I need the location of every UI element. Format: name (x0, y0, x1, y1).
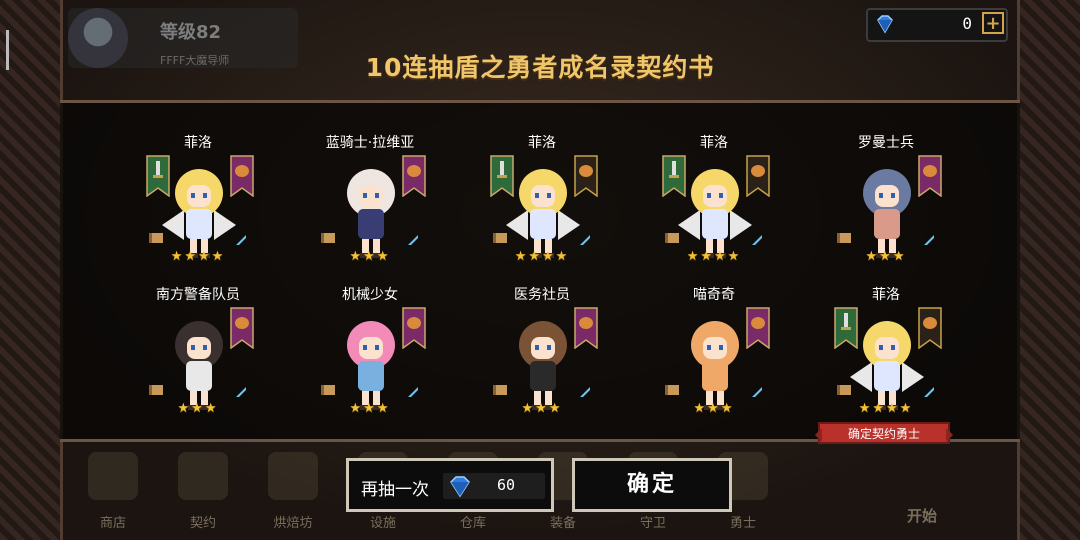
hero-name: 喵奇奇 (693, 287, 735, 303)
weapon-icon (580, 235, 590, 245)
scroll-icon (493, 385, 507, 395)
skill-banner-icon (574, 307, 598, 349)
skill-banner-icon (230, 155, 254, 197)
weapon-icon (924, 235, 934, 245)
weapon-icon (752, 235, 762, 245)
nav-label: 装备 (549, 516, 576, 531)
weapon-icon (236, 235, 246, 245)
scroll-icon (665, 385, 679, 395)
draw-again-cost: 60 (497, 476, 516, 494)
nav-item[interactable]: 烘焙坊 (258, 452, 328, 538)
hero-card[interactable]: 医务社员 ★★★ (456, 281, 628, 433)
hero-name: 菲洛 (700, 135, 728, 151)
scroll-icon (837, 233, 851, 243)
scroll-icon (149, 385, 163, 395)
hero-card[interactable]: 菲洛 ★★★★ (800, 281, 972, 433)
nav-label: 契约 (189, 516, 216, 531)
confirm-button[interactable]: 确定 (572, 458, 732, 512)
hero-name: 菲洛 (528, 135, 556, 151)
hero-stars: ★★★★ (514, 249, 570, 264)
diamond-icon (877, 15, 893, 34)
add-gems-button[interactable]: + (982, 12, 1004, 34)
skill-banner-icon (746, 307, 770, 349)
hero-name: 蓝骑士·拉维亚 (325, 135, 415, 151)
nav-label: 商店 (99, 516, 126, 531)
hero-card[interactable]: 机械少女 ★★★ (284, 281, 456, 433)
scroll-icon (665, 233, 679, 243)
player-level: 等级82 (160, 22, 222, 43)
skill-banner-icon (574, 155, 598, 197)
nav-icon (88, 452, 138, 500)
weapon-icon (752, 387, 762, 397)
hero-card[interactable]: 菲洛 ★★★★ (456, 129, 628, 281)
hero-card[interactable]: 罗曼士兵 ★★★ (800, 129, 972, 281)
hero-stars: ★★★ (865, 249, 907, 264)
hero-stars: ★★★★ (858, 401, 914, 416)
attack-banner-icon (834, 307, 858, 349)
hero-stars: ★★★ (349, 249, 391, 264)
hero-name: 菲洛 (872, 287, 900, 303)
draw-result-panel: 菲洛 ★★★★ 蓝骑士·拉维亚 ★★★ 菲洛 ★★★★ 菲洛 ★★★★ 罗曼士兵 ★★★ 南方警备队… (60, 100, 1020, 442)
weapon-icon (236, 387, 246, 397)
nav-item[interactable]: 契约 (168, 452, 238, 538)
hero-stars: ★★★ (521, 401, 563, 416)
attack-banner-icon (146, 155, 170, 197)
attack-banner-icon (490, 155, 514, 197)
scroll-icon (149, 233, 163, 243)
skill-banner-icon (230, 307, 254, 349)
hero-stars: ★★★ (349, 401, 391, 416)
nav-label: 仓库 (459, 516, 486, 531)
hero-name: 机械少女 (342, 287, 398, 303)
scroll-icon (321, 385, 335, 395)
attack-banner-icon (662, 155, 686, 197)
draw-result-title: 10连抽盾之勇者成名录契约书 (365, 53, 715, 82)
hero-card[interactable]: 蓝骑士·拉维亚 ★★★ (284, 129, 456, 281)
scroll-icon (493, 233, 507, 243)
hero-card[interactable]: 南方警备队员 ★★★ (112, 281, 284, 433)
skill-banner-icon (402, 155, 426, 197)
gem-count: 0 (962, 14, 972, 33)
hero-stars: ★★★ (177, 401, 219, 416)
skill-banner-icon (746, 155, 770, 197)
hero-stars: ★★★★ (686, 249, 742, 264)
skill-banner-icon (918, 307, 942, 349)
start-button[interactable]: 开始 (880, 440, 964, 536)
nav-icon (178, 452, 228, 500)
draw-again-button[interactable]: 再抽一次 60 (346, 458, 554, 512)
skill-banner-icon (402, 307, 426, 349)
nav-label: 勇士 (729, 516, 756, 531)
hero-card[interactable]: 菲洛 ★★★★ (628, 129, 800, 281)
nav-label: 烘焙坊 (273, 516, 313, 531)
gem-counter: 0 + (866, 8, 1008, 42)
weapon-icon (408, 235, 418, 245)
hero-name: 罗曼士兵 (858, 135, 914, 151)
hero-card[interactable]: 菲洛 ★★★★ (112, 129, 284, 281)
scroll-icon (321, 233, 335, 243)
weapon-icon (408, 387, 418, 397)
start-label: 开始 (906, 507, 937, 525)
hero-stars: ★★★★ (170, 249, 226, 264)
skill-banner-icon (918, 155, 942, 197)
scroll-icon (837, 385, 851, 395)
nav-label: 设施 (369, 516, 396, 531)
game-screen: 等级82 FFFF大魔导师 0 + 10连抽盾之勇者成名录契约书 菲洛 ★★★★ 蓝… (0, 0, 1080, 540)
nav-label: 守卫 (639, 516, 666, 531)
hero-name: 医务社员 (514, 287, 570, 303)
hero-name: 南方警备队员 (156, 287, 240, 303)
hero-name: 菲洛 (184, 135, 212, 151)
diamond-icon (450, 476, 470, 498)
draw-again-label: 再抽一次 (361, 480, 429, 500)
hero-grid: 菲洛 ★★★★ 蓝骑士·拉维亚 ★★★ 菲洛 ★★★★ 菲洛 ★★★★ 罗曼士兵 ★★★ 南方警备队… (112, 129, 972, 429)
hero-card[interactable]: 喵奇奇 ★★★ (628, 281, 800, 433)
nav-icon (268, 452, 318, 500)
nav-item[interactable]: 商店 (78, 452, 148, 538)
weapon-icon (580, 387, 590, 397)
weapon-icon (924, 387, 934, 397)
hero-stars: ★★★ (693, 401, 735, 416)
